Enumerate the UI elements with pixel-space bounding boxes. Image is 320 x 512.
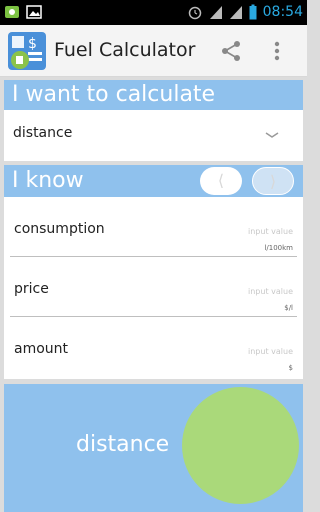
price-field[interactable]: price input value $/l <box>4 257 303 317</box>
signal-icon <box>209 6 222 19</box>
app-bar: $ Fuel Calculator <box>0 25 307 77</box>
amount-field[interactable]: amount input value $ <box>4 317 303 377</box>
result-card: distance <box>4 384 303 512</box>
consumption-label: consumption <box>14 221 105 237</box>
app-notification-icon <box>5 6 19 18</box>
overflow-menu-icon[interactable] <box>269 39 285 63</box>
chevron-right-icon: ⟩ <box>269 172 277 191</box>
chevron-down-icon <box>265 132 279 138</box>
image-notification-icon <box>26 5 42 19</box>
result-label: distance <box>76 432 170 457</box>
alarm-icon <box>188 6 201 20</box>
share-icon[interactable] <box>219 39 243 63</box>
previous-button[interactable]: ⟨ <box>200 167 242 195</box>
calculate-card: I want to calculate distance <box>4 80 303 161</box>
known-heading-bar: I know ⟨ ⟩ <box>4 165 303 197</box>
signal-icon <box>229 6 242 19</box>
app-logo-icon: $ <box>8 32 46 70</box>
battery-icon <box>249 4 257 20</box>
amount-unit: $ <box>288 364 293 372</box>
status-bar: 08:54 <box>0 0 307 25</box>
app-title: Fuel Calculator <box>54 39 196 61</box>
calculate-result-button[interactable] <box>182 387 299 504</box>
price-label: price <box>14 281 49 297</box>
chevron-left-icon: ⟨ <box>217 171 225 190</box>
status-time: 08:54 <box>262 4 303 20</box>
consumption-unit: l/100km <box>264 244 293 252</box>
calculate-dropdown[interactable]: distance <box>4 110 303 161</box>
svg-text:$: $ <box>28 36 37 52</box>
calculate-selected-value: distance <box>13 125 73 141</box>
consumption-field[interactable]: consumption input value l/100km <box>4 197 303 257</box>
calculate-heading: I want to calculate <box>4 80 303 110</box>
known-values-card: I know ⟨ ⟩ consumption input value l/100… <box>4 165 303 379</box>
next-button[interactable]: ⟩ <box>252 167 294 195</box>
consumption-input[interactable]: input value <box>248 227 293 236</box>
known-heading: I know <box>12 168 84 193</box>
price-input[interactable]: input value <box>248 287 293 296</box>
amount-label: amount <box>14 341 69 357</box>
price-unit: $/l <box>284 304 293 312</box>
amount-input[interactable]: input value <box>248 347 293 356</box>
